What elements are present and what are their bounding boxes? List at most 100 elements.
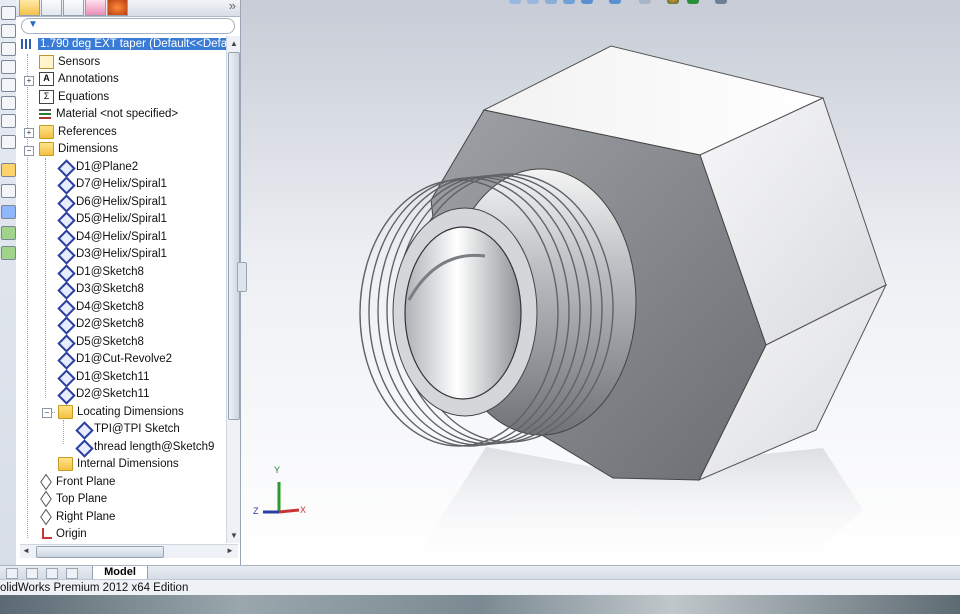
tree-node-locating-dimensions[interactable]: Locating Dimensions (58, 404, 184, 421)
sketch-tool-icon[interactable] (1, 163, 16, 177)
tree-node-dimension[interactable]: D1@Plane2 (58, 159, 138, 176)
configuration-tab[interactable] (63, 0, 84, 16)
model-3d-render (263, 45, 888, 565)
panel-collapse-handle[interactable] (237, 262, 247, 292)
dimension-icon (58, 231, 72, 243)
tree-node-dimension[interactable]: D1@Cut-Revolve2 (58, 351, 172, 368)
tree-node-dimension[interactable]: D7@Helix/Spiral1 (58, 176, 167, 193)
toolbar-button-2[interactable] (1, 24, 16, 38)
scroll-right-icon[interactable]: ► (226, 546, 234, 555)
folder-icon (39, 141, 54, 156)
scroll-down-icon[interactable]: ▼ (230, 531, 238, 540)
tree-node-sensors[interactable]: Sensors (39, 54, 100, 71)
tree-node-annotations[interactable]: A Annotations (39, 71, 119, 88)
feature-tree: 1.790 deg EXT taper (Default<<Defa Senso… (16, 36, 226, 544)
tree-node-dimension[interactable]: D4@Sketch8 (58, 299, 144, 316)
model-tab[interactable]: Model (92, 566, 148, 580)
feature-manager-panel: » ▼ 1.790 deg EXT taper (Default<<Defa S… (16, 0, 241, 565)
tree-node-dimension[interactable]: D2@Sketch11 (58, 386, 149, 403)
triad-x-label: X (300, 505, 307, 515)
dimension-icon (58, 371, 72, 383)
folder-icon (39, 124, 54, 139)
left-command-toolbar (0, 0, 17, 565)
triad-z-label: Z (253, 506, 259, 516)
tree-node-dimension[interactable]: D5@Sketch8 (58, 334, 144, 351)
dimxpert-tab[interactable] (85, 0, 106, 16)
tree-horizontal-scrollbar[interactable]: ◄ ► (20, 544, 238, 558)
tree-node-material[interactable]: Material <not specified> (39, 106, 178, 123)
dimension-icon (76, 423, 90, 435)
folder-icon (58, 456, 73, 471)
expand-annotations-icon[interactable]: + (24, 76, 34, 86)
plane-icon (39, 511, 52, 523)
scroll-left-icon[interactable]: ◄ (22, 546, 30, 555)
toolbar-button-8[interactable] (1, 135, 16, 149)
plane-icon (39, 493, 52, 505)
graphics-viewport[interactable]: Y X Z (241, 0, 960, 565)
tree-node-part[interactable]: 1.790 deg EXT taper (Default<<Defa (21, 36, 226, 53)
status-text: olidWorks Premium 2012 x64 Edition (0, 582, 189, 594)
toolbar-button-7[interactable] (1, 114, 16, 128)
tree-node-dimension[interactable]: D1@Sketch11 (58, 369, 149, 386)
triad-y-label: Y (274, 465, 281, 475)
tree-node-right-plane[interactable]: Right Plane (39, 509, 115, 526)
tree-node-dimensions[interactable]: Dimensions (39, 141, 118, 158)
first-tab-icon[interactable] (6, 568, 18, 579)
tree-guide (45, 158, 46, 398)
dimension-icon (58, 388, 72, 400)
tree-node-dimension[interactable]: D3@Sketch8 (58, 281, 144, 298)
annotations-icon: A (39, 71, 54, 86)
dimension-icon (58, 353, 72, 365)
tree-node-equations[interactable]: Σ Equations (39, 89, 109, 106)
display-tool-icon-2[interactable] (1, 246, 16, 260)
dimension-icon (58, 196, 72, 208)
equations-icon: Σ (39, 89, 54, 104)
tree-node-dimension[interactable]: D6@Helix/Spiral1 (58, 194, 167, 211)
expand-references-icon[interactable]: + (24, 128, 34, 138)
vertical-scroll-thumb[interactable] (228, 52, 240, 420)
tree-node-dimension[interactable]: thread length@Sketch9 (76, 439, 214, 456)
tree-node-dimension[interactable]: D1@Sketch8 (58, 264, 144, 281)
tree-guide (63, 420, 64, 444)
display-tool-icon[interactable] (1, 226, 16, 240)
scroll-up-icon[interactable]: ▲ (230, 39, 238, 48)
toolbar-button-4[interactable] (1, 60, 16, 74)
horizontal-scroll-thumb[interactable] (36, 546, 164, 558)
status-bar: olidWorks Premium 2012 x64 Edition (0, 579, 960, 596)
prev-tab-icon[interactable] (26, 568, 38, 579)
toolbar-button-3[interactable] (1, 42, 16, 56)
tree-node-dimension[interactable]: D5@Helix/Spiral1 (58, 211, 167, 228)
dimension-icon (58, 248, 72, 260)
tree-node-dimension[interactable]: D3@Helix/Spiral1 (58, 246, 167, 263)
tree-node-origin[interactable]: Origin (39, 526, 87, 543)
toolbar-button-1[interactable] (1, 6, 16, 20)
material-icon (39, 108, 52, 120)
feature-tree-tab[interactable] (19, 0, 40, 16)
tree-node-internal-dimensions[interactable]: Internal Dimensions (58, 456, 179, 473)
toolbar-button-6[interactable] (1, 96, 16, 110)
toolbar-button-10[interactable] (1, 184, 16, 198)
property-manager-tab[interactable] (41, 0, 62, 16)
next-tab-icon[interactable] (46, 568, 58, 579)
dimension-icon (58, 301, 72, 313)
display-manager-tab[interactable] (107, 0, 128, 16)
collapse-dimensions-icon[interactable]: − (24, 146, 34, 156)
toolbar-button-5[interactable] (1, 78, 16, 92)
sensor-icon (39, 54, 54, 69)
tree-node-dimension[interactable]: D4@Helix/Spiral1 (58, 229, 167, 246)
tree-node-front-plane[interactable]: Front Plane (39, 474, 115, 491)
tree-node-dimension[interactable]: D2@Sketch8 (58, 316, 144, 333)
plane-icon (39, 476, 52, 488)
dimension-icon (58, 161, 72, 173)
collapse-locating-dimensions-icon[interactable]: − (42, 408, 52, 418)
tree-node-dimension[interactable]: TPI@TPI Sketch (76, 421, 180, 438)
tabs-overflow-icon[interactable]: » (229, 0, 236, 13)
origin-icon (39, 527, 52, 540)
tree-node-top-plane[interactable]: Top Plane (39, 491, 107, 508)
model-tabs-bar: Model (0, 565, 960, 580)
view-tool-icon[interactable] (1, 205, 16, 219)
tree-node-references[interactable]: References (39, 124, 117, 141)
tree-filter-input[interactable]: ▼ (21, 18, 235, 34)
last-tab-icon[interactable] (66, 568, 78, 579)
dimension-icon (76, 441, 90, 453)
